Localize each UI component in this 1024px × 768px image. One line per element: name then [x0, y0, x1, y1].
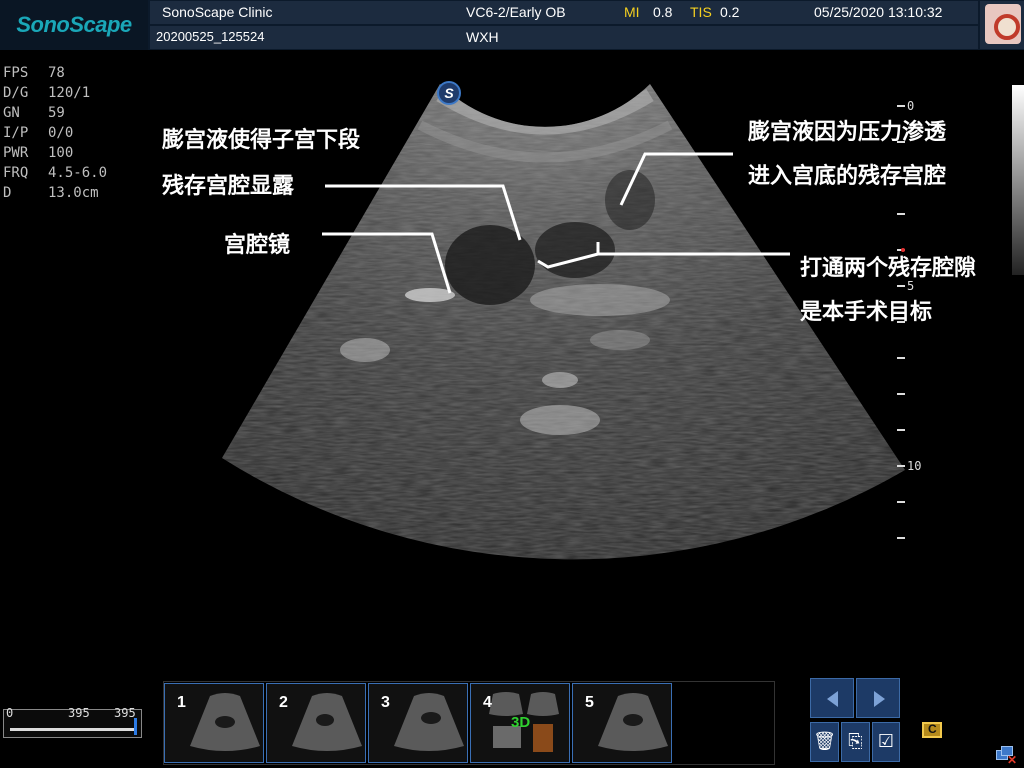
export-icon: ⎘ — [848, 731, 863, 752]
cine-slider[interactable]: 0 395 395 — [3, 706, 142, 738]
cine-track[interactable] — [10, 728, 134, 731]
checklist-button[interactable]: ☑ — [872, 722, 900, 762]
checklist-icon: ☑ — [877, 731, 895, 752]
sonoscape-logo: SonoScape — [0, 0, 148, 50]
mi-label: MI — [624, 4, 640, 20]
mi-value: 0.8 — [653, 4, 673, 20]
chevron-left-icon — [827, 691, 838, 707]
thumbnail-number: 1 — [177, 694, 186, 711]
thumbnail-number: 2 — [279, 694, 288, 711]
prev-page-button[interactable] — [810, 678, 854, 718]
probe-preset[interactable]: VC6-2/Early OB — [466, 4, 566, 20]
thumbnail-number: 3 — [381, 694, 390, 711]
cine-current: 395 — [68, 706, 90, 720]
date-time: 05/25/2020 13:10:32 — [814, 4, 943, 20]
export-button[interactable]: ⎘ — [841, 722, 870, 762]
thumbnail-1[interactable]: 1 — [164, 683, 264, 763]
thumbnail-5[interactable]: 5 — [572, 683, 672, 763]
tis-value: 0.2 — [720, 4, 740, 20]
cine-start: 0 — [6, 706, 14, 720]
sonoscape-s-icon: S — [437, 81, 461, 105]
top-header: SonoScape SonoScape Clinic VC6-2/Early O… — [0, 0, 1024, 50]
annotation-1-line-2: 残存宫腔显露 — [162, 174, 295, 199]
operator: WXH — [466, 29, 499, 45]
next-page-button[interactable] — [856, 678, 900, 718]
thumbnail-number: 5 — [585, 694, 594, 711]
cine-total: 395 — [114, 706, 136, 720]
tis-label: TIS — [690, 4, 712, 20]
header-row-2: 20200525_125524 WXH — [150, 26, 978, 49]
thumbnail-4-3d[interactable]: 4 3D — [470, 683, 570, 763]
annotation-4-line-2: 是本手术目标 — [800, 300, 933, 325]
annotation-3-line-1: 膨宫液因为压力渗透 — [748, 120, 947, 145]
annotation-1-line-1: 膨宫液使得子宫下段 — [162, 128, 361, 153]
annotation-3-line-2: 进入宫底的残存宫腔 — [748, 164, 947, 189]
chevron-right-icon — [874, 691, 885, 707]
grayscale-bar — [1012, 85, 1024, 275]
logo-text: SonoScape — [16, 12, 132, 37]
film-icon[interactable] — [922, 722, 942, 738]
image-nav-panel: 🗑 ⎘ ☑ — [810, 678, 900, 766]
depth-label-10: 10 — [907, 459, 922, 473]
delete-button[interactable]: 🗑 — [810, 722, 839, 762]
patient-id: 20200525_125524 — [156, 29, 265, 44]
network-icon[interactable]: ✕ — [996, 746, 1017, 767]
3d-tag: 3D — [511, 714, 531, 731]
depth-label-0: 0 — [907, 99, 915, 113]
annotation-4-line-1: 打通两个残存腔隙 — [800, 256, 977, 281]
exam-mode-icon[interactable] — [985, 4, 1021, 44]
thumbnail-3[interactable]: 3 — [368, 683, 468, 763]
annotation-2: 宫腔镜 — [224, 233, 291, 258]
trash-icon: 🗑 — [813, 731, 836, 752]
thumbnail-number: 4 — [483, 694, 492, 711]
header-row-1: SonoScape Clinic VC6-2/Early OB MI 0.8 T… — [150, 1, 978, 24]
clinic-name: SonoScape Clinic — [162, 4, 273, 20]
thumbnail-2[interactable]: 2 — [266, 683, 366, 763]
cine-thumb[interactable] — [134, 718, 137, 735]
